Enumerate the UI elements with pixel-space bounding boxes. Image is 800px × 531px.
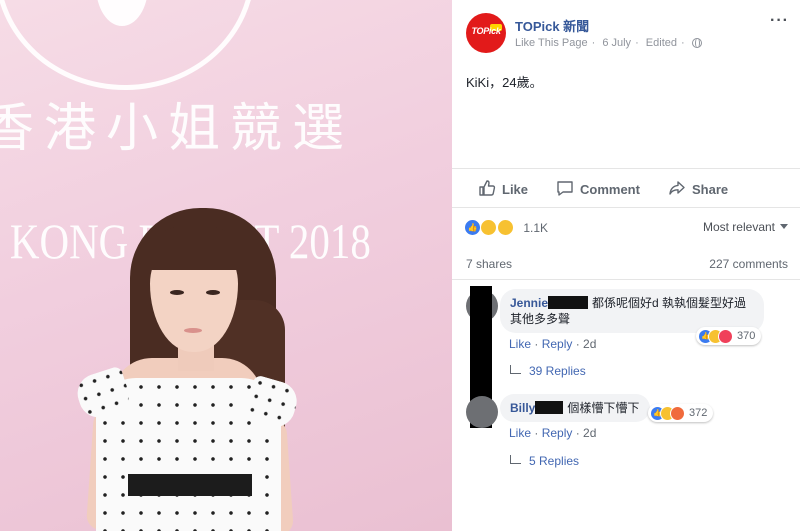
haha-reaction-icon [480, 219, 498, 237]
comment-reactions[interactable]: 👍 372 [648, 404, 714, 422]
angry-reaction-icon [670, 405, 685, 421]
post-date[interactable]: 6 July [602, 37, 631, 49]
comment-button[interactable]: Comment [556, 179, 640, 200]
right-eye [206, 290, 220, 295]
view-replies-link[interactable]: 5 Replies [510, 454, 579, 468]
comment-like-link[interactable]: Like [509, 337, 531, 351]
contestant-figure [0, 0, 452, 531]
name-redaction [535, 401, 564, 414]
shares-count-link[interactable]: 7 shares [466, 257, 512, 271]
page-name-link[interactable]: TOPick 新聞 [515, 16, 589, 35]
page-avatar[interactable]: TOPick [466, 13, 506, 53]
love-reaction-icon [718, 328, 733, 344]
comment-actions: Like · Reply · 2d [509, 426, 597, 440]
comment-reply-link[interactable]: Reply [542, 426, 573, 440]
commenter-name[interactable]: Billy [510, 401, 535, 415]
reply-arrow-icon [510, 455, 521, 464]
comment-icon [556, 179, 574, 200]
globe-icon[interactable] [691, 37, 702, 48]
reaction-count: 1.1K [523, 220, 549, 235]
post-actions-bar: Like Comment Share [452, 168, 800, 208]
lips [184, 328, 202, 333]
thumbs-up-icon [478, 179, 496, 200]
replies-label: 39 Replies [529, 364, 586, 378]
comment-reaction-count: 370 [737, 330, 756, 342]
comment-text: 個樣懵下懵下 [567, 401, 640, 415]
left-eye [170, 290, 184, 295]
comment-reactions[interactable]: 👍 370 [696, 327, 762, 345]
post-meta: Like This Page · 6 July · Edited · [515, 37, 706, 49]
edited-label[interactable]: Edited [646, 37, 677, 49]
post-panel: TOPick TOPick 新聞 Like This Page · 6 July ·… [452, 0, 800, 531]
avatar-logo-text: TOPick [471, 26, 501, 36]
commenter-avatar[interactable] [466, 396, 498, 428]
dress-belt [128, 474, 252, 496]
divider [452, 279, 800, 280]
comment-label: Comment [580, 182, 640, 197]
comment-actions: Like · Reply · 2d [509, 337, 597, 351]
caret-down-icon [780, 224, 788, 229]
post-text: KiKi，24歲。 [466, 75, 543, 90]
name-redaction [548, 296, 589, 309]
post-photo[interactable]: 香港小姐競選 G KONG P EANT 2018 [0, 0, 452, 531]
commenter-name[interactable]: Jennie [510, 296, 548, 310]
comments-count-link[interactable]: 227 comments [709, 257, 788, 271]
like-button[interactable]: Like [478, 179, 528, 200]
reply-arrow-icon [510, 365, 521, 374]
replies-label: 5 Replies [529, 454, 580, 468]
like-this-page-link[interactable]: Like This Page [515, 37, 588, 49]
sort-comments-dropdown[interactable]: Most relevant [703, 220, 788, 234]
comment-time[interactable]: 2d [583, 426, 596, 440]
share-button[interactable]: Share [668, 179, 728, 200]
more-options-icon[interactable]: ··· [770, 12, 789, 30]
comment-reply-link[interactable]: Reply [542, 337, 573, 351]
share-icon [668, 179, 686, 200]
like-label: Like [502, 182, 529, 197]
comment-like-link[interactable]: Like [509, 426, 531, 440]
reaction-summary[interactable]: 👍 1.1K [464, 219, 548, 237]
share-label: Share [692, 182, 729, 197]
comment-reaction-count: 372 [689, 407, 708, 419]
like-reaction-icon: 👍 [464, 219, 481, 237]
sort-label: Most relevant [702, 220, 775, 234]
view-replies-link[interactable]: 39 Replies [510, 364, 586, 378]
comment-time[interactable]: 2d [583, 337, 596, 351]
comment-bubble: Billy 個樣懵下懵下 [500, 394, 650, 422]
wow-reaction-icon [496, 219, 514, 237]
